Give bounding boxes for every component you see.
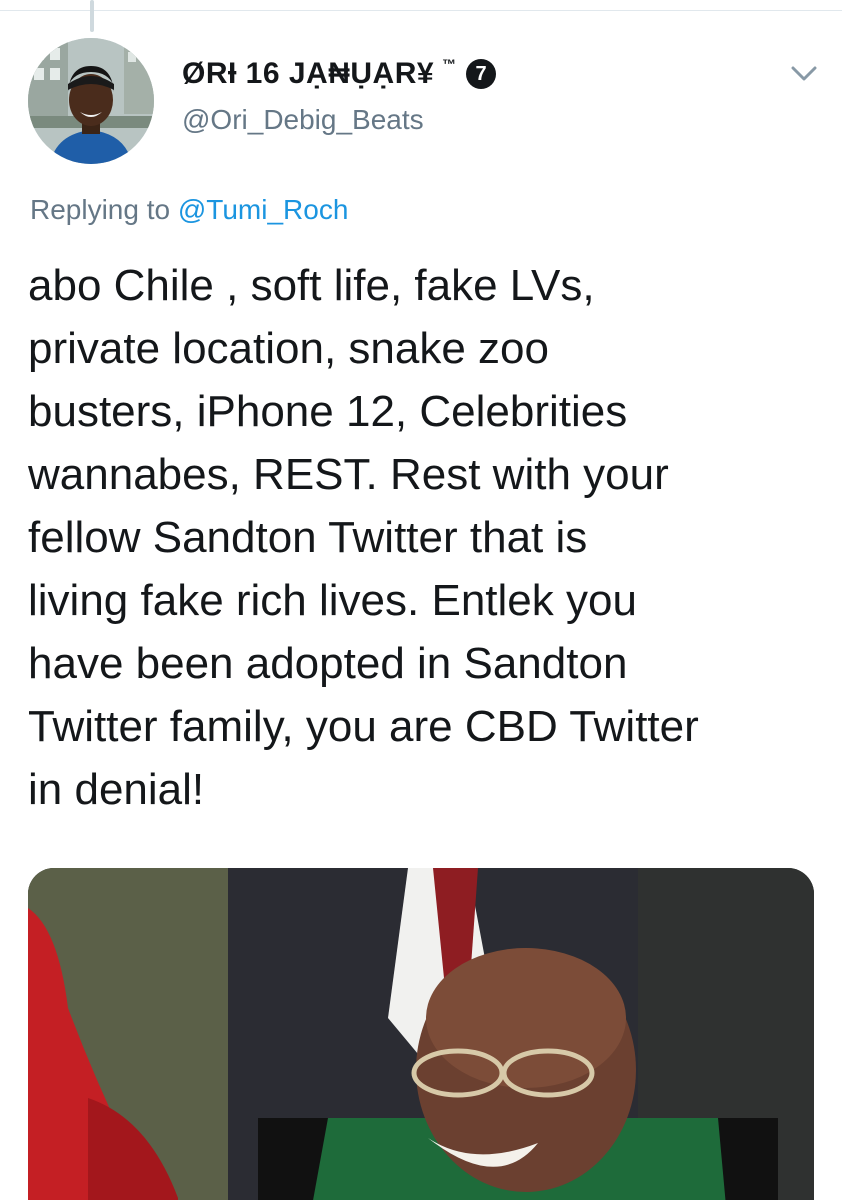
tweet-text-line: living fake rich lives. Entlek you: [28, 576, 637, 625]
tweet-text-line: in denial!: [28, 765, 205, 814]
thread-connector-line: [90, 0, 94, 32]
tweet-text-line: abo Chile , soft life, fake LVs,: [28, 261, 595, 310]
display-name-row: ØRƗ 16 JẠ₦ỤẠR¥ ™ 7: [182, 52, 742, 96]
tweet-text-line: private location, snake zoo: [28, 324, 549, 373]
chevron-down-icon: [791, 66, 817, 81]
tweet-media-image[interactable]: [28, 868, 814, 1200]
more-options-button[interactable]: [784, 56, 824, 92]
replying-to: Replying to @Tumi_Roch: [30, 194, 348, 226]
avatar-photo-icon: [28, 38, 154, 164]
trademark-symbol: ™: [442, 56, 457, 72]
tweet-text-line: fellow Sandton Twitter that is: [28, 513, 588, 562]
display-name[interactable]: ØRƗ 16 JẠ₦ỤẠR¥: [182, 57, 434, 91]
avatar[interactable]: [28, 38, 154, 164]
tweet-text-line: Twitter family, you are CBD Twitter: [28, 702, 699, 751]
tweet-text-line: busters, iPhone 12, Celebrities: [28, 387, 628, 436]
tweet-text-line: wannabes, REST. Rest with your: [28, 450, 669, 499]
top-divider: [0, 10, 842, 11]
tweet-header: ØRƗ 16 JẠ₦ỤẠR¥ ™ 7 @Ori_Debig_Beats: [182, 52, 742, 136]
tweet-view: ØRƗ 16 JẠ₦ỤẠR¥ ™ 7 @Ori_Debig_Beats Repl…: [0, 0, 842, 1200]
replying-prefix: Replying to: [30, 194, 171, 225]
replying-to-mention-link[interactable]: @Tumi_Roch: [178, 194, 349, 225]
tweet-text: abo Chile , soft life, fake LVs, private…: [28, 254, 828, 821]
tweet-text-line: have been adopted in Sandton: [28, 639, 628, 688]
tweet-photo-icon: [28, 868, 814, 1200]
number-badge: 7: [466, 59, 497, 89]
user-handle[interactable]: @Ori_Debig_Beats: [182, 104, 742, 136]
